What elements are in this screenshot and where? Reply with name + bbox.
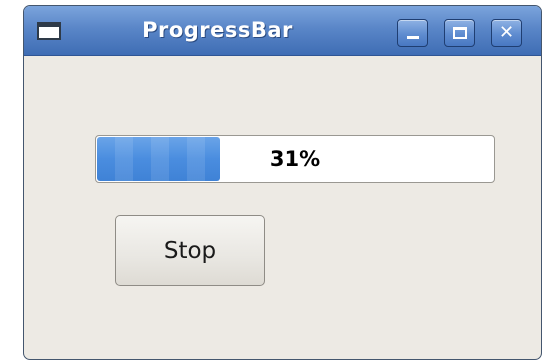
stop-button[interactable]: Stop	[115, 215, 265, 286]
window-icon[interactable]	[37, 22, 61, 40]
progress-bar: 31%	[95, 135, 495, 183]
close-button[interactable]: ✕	[491, 19, 522, 47]
maximize-icon	[453, 27, 467, 39]
minimize-button[interactable]	[397, 19, 428, 47]
maximize-button[interactable]	[444, 19, 475, 47]
minimize-icon	[407, 36, 419, 39]
title-bar[interactable]: ProgressBar ✕	[24, 6, 541, 56]
progressbar-window: ProgressBar ✕ 31% Stop	[23, 5, 542, 360]
window-title: ProgressBar	[142, 18, 293, 42]
progress-percent-label: 31%	[269, 147, 321, 171]
close-icon: ✕	[498, 22, 515, 43]
